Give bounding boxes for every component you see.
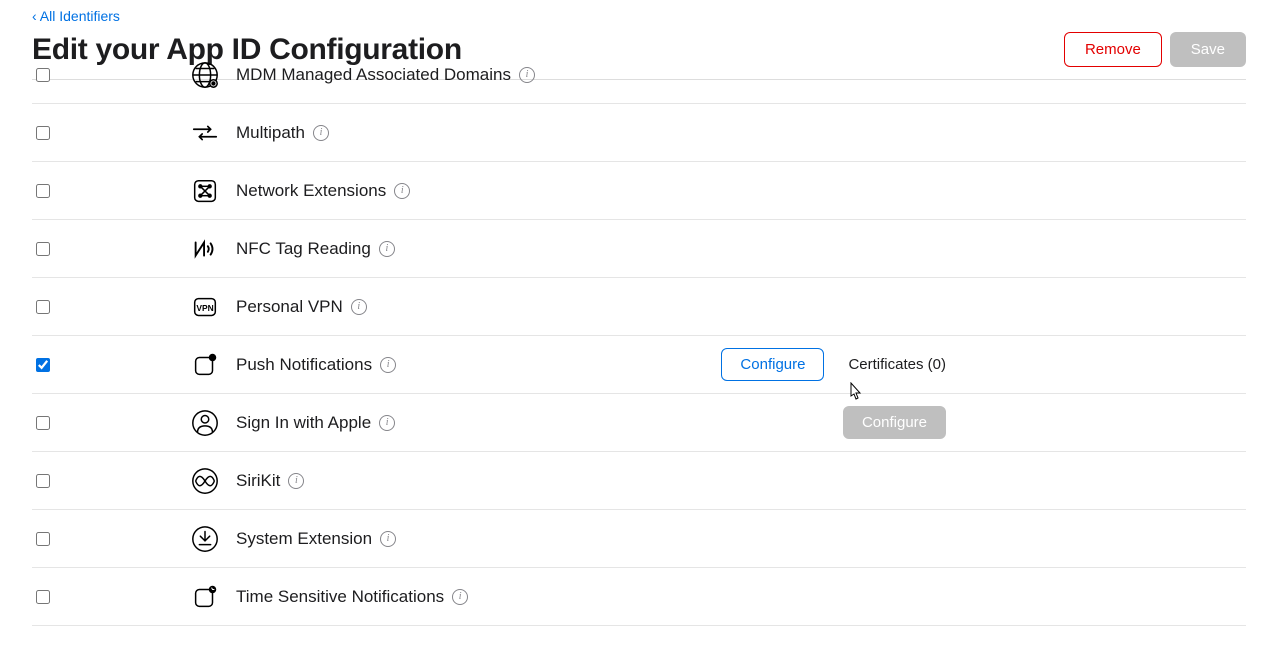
info-icon[interactable]: i (519, 67, 535, 83)
capability-checkbox-nfc[interactable] (36, 242, 50, 256)
info-icon[interactable]: i (452, 589, 468, 605)
capability-list: MDM Managed Associated Domains i Multipa… (32, 79, 1246, 626)
capability-checkbox-time-sensitive[interactable] (36, 590, 50, 604)
capability-checkbox-vpn[interactable] (36, 300, 50, 314)
vpn-icon: VPN (190, 292, 220, 322)
certificates-count: Certificates (0) (848, 356, 946, 373)
capability-label: NFC Tag Reading (236, 239, 371, 259)
nfc-icon (190, 234, 220, 264)
capability-checkbox-system-extension[interactable] (36, 532, 50, 546)
time-sensitive-icon (190, 582, 220, 612)
capability-checkbox-network-extensions[interactable] (36, 184, 50, 198)
back-link-all-identifiers[interactable]: ‹ All Identifiers (32, 8, 120, 24)
capability-row-time-sensitive: Time Sensitive Notifications i (32, 568, 1246, 626)
globe-gear-icon (190, 60, 220, 90)
multipath-icon (190, 118, 220, 148)
capability-label: Sign In with Apple (236, 413, 371, 433)
info-icon[interactable]: i (351, 299, 367, 315)
capability-label: Multipath (236, 123, 305, 143)
page-title: Edit your App ID Configuration (32, 33, 462, 67)
capability-row-sirikit: SiriKit i (32, 452, 1246, 510)
info-icon[interactable]: i (394, 183, 410, 199)
capability-label: SiriKit (236, 471, 280, 491)
configure-button-push[interactable]: Configure (721, 348, 824, 381)
capability-row-vpn: VPN Personal VPN i (32, 278, 1246, 336)
capability-row-system-extension: System Extension i (32, 510, 1246, 568)
capability-row-push: Push Notifications i Configure Certifica… (32, 336, 1246, 394)
info-icon[interactable]: i (288, 473, 304, 489)
capability-checkbox-push[interactable] (36, 358, 50, 372)
network-extensions-icon (190, 176, 220, 206)
svg-text:VPN: VPN (196, 302, 213, 312)
configure-button-sign-in-apple: Configure (843, 406, 946, 439)
capability-label: Network Extensions (236, 181, 386, 201)
info-icon[interactable]: i (379, 415, 395, 431)
capability-row-sign-in-apple: Sign In with Apple i Configure (32, 394, 1246, 452)
capability-row-nfc: NFC Tag Reading i (32, 220, 1246, 278)
capability-label: System Extension (236, 529, 372, 549)
push-notifications-icon (190, 350, 220, 380)
capability-checkbox-sirikit[interactable] (36, 474, 50, 488)
sign-in-apple-icon (190, 408, 220, 438)
system-extension-icon (190, 524, 220, 554)
capability-label: Time Sensitive Notifications (236, 587, 444, 607)
capability-label: MDM Managed Associated Domains (236, 65, 511, 85)
capability-row-multipath: Multipath i (32, 104, 1246, 162)
header-actions: Remove Save (1064, 32, 1246, 67)
remove-button[interactable]: Remove (1064, 32, 1162, 67)
capability-label: Personal VPN (236, 297, 343, 317)
capability-label: Push Notifications (236, 355, 372, 375)
capability-row-network-extensions: Network Extensions i (32, 162, 1246, 220)
capability-checkbox-mdm[interactable] (36, 68, 50, 82)
capability-checkbox-sign-in-apple[interactable] (36, 416, 50, 430)
info-icon[interactable]: i (380, 531, 396, 547)
capability-checkbox-multipath[interactable] (36, 126, 50, 140)
save-button: Save (1170, 32, 1246, 67)
sirikit-icon (190, 466, 220, 496)
info-icon[interactable]: i (313, 125, 329, 141)
info-icon[interactable]: i (380, 357, 396, 373)
info-icon[interactable]: i (379, 241, 395, 257)
